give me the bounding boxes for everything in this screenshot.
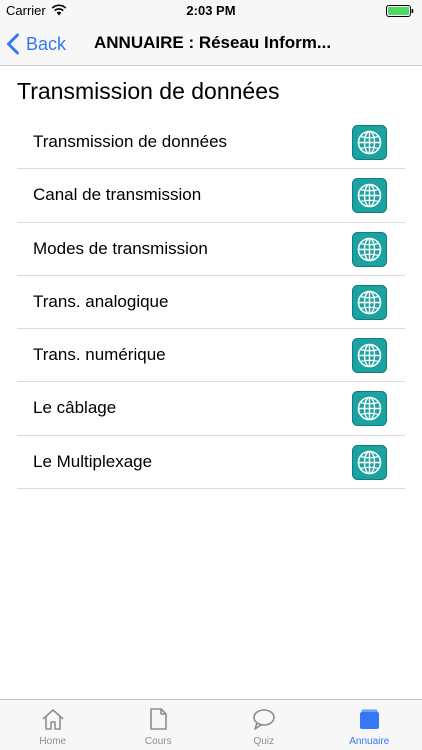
list-item-label: Canal de transmission (33, 185, 202, 205)
list-item-label: Transmission de données (33, 132, 228, 151)
back-label: Back (26, 33, 67, 54)
tab-cours[interactable]: Cours (106, 700, 212, 750)
globe-icon[interactable] (352, 338, 387, 374)
status-time: 2:03 PM (186, 3, 236, 18)
tab-label: Cours (144, 736, 172, 747)
globe-icon[interactable] (352, 178, 387, 214)
list-item[interactable]: Le Multiplexage (17, 436, 405, 490)
list-item[interactable]: Canal de transmission (17, 169, 405, 223)
list-item-label: Trans. numérique (33, 345, 166, 365)
tab-annuaire[interactable]: Annuaire (317, 700, 422, 750)
tab-home[interactable]: Home (0, 700, 106, 750)
list-item[interactable]: Trans. numérique (17, 329, 405, 383)
list-item[interactable]: Le câblage (17, 382, 405, 436)
globe-icon[interactable] (352, 231, 387, 267)
list-item[interactable]: Modes de transmission (17, 223, 405, 276)
book-icon (360, 709, 380, 729)
page-title: ANNUAIRE : Réseau Inform... (94, 33, 332, 52)
home-icon (42, 709, 64, 730)
chat-bubble-icon (252, 709, 275, 730)
globe-icon[interactable] (352, 444, 387, 480)
globe-icon[interactable] (352, 284, 387, 320)
topic-list: Transmission de données Canal de transmis… (17, 116, 405, 490)
battery-icon (386, 5, 414, 17)
document-icon (150, 708, 168, 730)
list-item[interactable]: Transmission de données (17, 116, 405, 170)
status-bar: Carrier 2:03 PM (0, 0, 422, 22)
chevron-left-icon (7, 33, 19, 55)
tab-label: Annuaire (349, 736, 390, 747)
tab-label: Home (39, 736, 67, 747)
section-title: Transmission de données (17, 78, 280, 104)
list-item-label: Le câblage (33, 398, 117, 418)
tab-bar: Home Cours Quiz Annuaire (0, 699, 422, 750)
list-item-label: Modes de transmission (33, 238, 208, 258)
list-item-label: Trans. analogique (33, 291, 169, 311)
globe-icon[interactable] (352, 391, 387, 427)
tab-label: Quiz (253, 736, 275, 747)
tab-quiz[interactable]: Quiz (211, 700, 317, 750)
list-item[interactable]: Trans. analogique (17, 276, 405, 330)
back-button[interactable]: Back (6, 30, 66, 58)
list-item-label: Le Multiplexage (33, 451, 153, 471)
globe-icon[interactable] (352, 125, 387, 160)
navigation-bar: Back ANNUAIRE : Réseau Inform... (0, 22, 422, 66)
